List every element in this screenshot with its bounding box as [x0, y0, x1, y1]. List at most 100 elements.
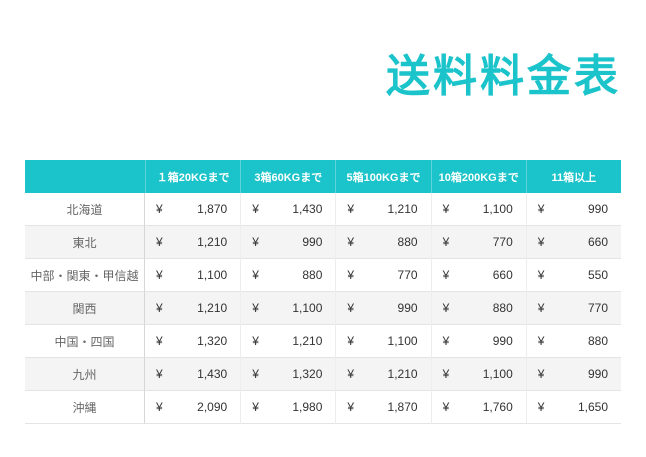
yen-symbol: ¥ [242, 268, 259, 282]
yen-symbol: ¥ [242, 301, 259, 315]
price-cell: ¥1,210 [335, 193, 430, 226]
price-value: 1,980 [292, 400, 322, 414]
yen-symbol: ¥ [433, 400, 450, 414]
yen-symbol: ¥ [433, 202, 450, 216]
price-value: 770 [398, 268, 418, 282]
price-cell: ¥990 [526, 193, 621, 226]
price-cell: ¥990 [240, 226, 335, 259]
column-header: 5箱100KGまで [335, 160, 430, 193]
yen-symbol: ¥ [337, 400, 354, 414]
price-value: 1,100 [483, 202, 513, 216]
yen-symbol: ¥ [337, 202, 354, 216]
region-cell: 中国・四国 [25, 325, 145, 358]
yen-symbol: ¥ [337, 301, 354, 315]
price-value: 770 [493, 235, 513, 249]
table-row: 九州¥1,430¥1,320¥1,210¥1,100¥990 [25, 358, 621, 391]
price-cell: ¥1,430 [145, 358, 240, 391]
price-cell: ¥770 [431, 226, 526, 259]
yen-symbol: ¥ [528, 334, 545, 348]
yen-symbol: ¥ [433, 334, 450, 348]
price-cell: ¥660 [526, 226, 621, 259]
corner-cell [25, 160, 145, 193]
price-value: 1,100 [388, 334, 418, 348]
price-value: 880 [398, 235, 418, 249]
price-cell: ¥880 [240, 259, 335, 292]
price-value: 1,870 [388, 400, 418, 414]
price-value: 1,210 [388, 367, 418, 381]
price-value: 660 [493, 268, 513, 282]
price-value: 1,100 [197, 268, 227, 282]
price-value: 990 [493, 334, 513, 348]
price-value: 1,210 [292, 334, 322, 348]
table-row: 北海道¥1,870¥1,430¥1,210¥1,100¥990 [25, 193, 621, 226]
price-cell: ¥990 [335, 292, 430, 325]
price-cell: ¥1,210 [145, 292, 240, 325]
price-cell: ¥1,100 [431, 358, 526, 391]
price-cell: ¥1,320 [240, 358, 335, 391]
price-value: 1,870 [197, 202, 227, 216]
price-value: 1,650 [578, 400, 608, 414]
yen-symbol: ¥ [433, 367, 450, 381]
price-cell: ¥880 [431, 292, 526, 325]
table-row: 中部・関東・甲信越¥1,100¥880¥770¥660¥550 [25, 259, 621, 292]
price-cell: ¥880 [335, 226, 430, 259]
fee-table-body: 北海道¥1,870¥1,430¥1,210¥1,100¥990東北¥1,210¥… [25, 193, 621, 424]
yen-symbol: ¥ [242, 202, 259, 216]
column-header: 11箱以上 [526, 160, 621, 193]
region-cell: 関西 [25, 292, 145, 325]
yen-symbol: ¥ [528, 400, 545, 414]
yen-symbol: ¥ [528, 367, 545, 381]
page-title: 送料料金表 [386, 51, 621, 104]
yen-symbol: ¥ [146, 367, 163, 381]
yen-symbol: ¥ [242, 367, 259, 381]
price-cell: ¥1,210 [145, 226, 240, 259]
price-cell: ¥2,090 [145, 391, 240, 424]
price-cell: ¥1,870 [145, 193, 240, 226]
shipping-fee-page: 送料料金表 １箱20KGまで3箱60KGまで5箱100KGまで10箱200KGま… [0, 0, 646, 457]
yen-symbol: ¥ [337, 334, 354, 348]
price-value: 660 [588, 235, 608, 249]
price-value: 990 [588, 202, 608, 216]
yen-symbol: ¥ [528, 202, 545, 216]
price-value: 2,090 [197, 400, 227, 414]
price-cell: ¥770 [526, 292, 621, 325]
price-cell: ¥1,870 [335, 391, 430, 424]
price-cell: ¥1,760 [431, 391, 526, 424]
price-value: 1,320 [197, 334, 227, 348]
table-row: 東北¥1,210¥990¥880¥770¥660 [25, 226, 621, 259]
column-header: 10箱200KGまで [431, 160, 526, 193]
region-cell: 北海道 [25, 193, 145, 226]
yen-symbol: ¥ [146, 235, 163, 249]
region-cell: 中部・関東・甲信越 [25, 259, 145, 292]
price-cell: ¥1,980 [240, 391, 335, 424]
region-cell: 九州 [25, 358, 145, 391]
price-cell: ¥660 [431, 259, 526, 292]
shipping-fee-table: １箱20KGまで3箱60KGまで5箱100KGまで10箱200KGまで11箱以上… [25, 160, 621, 424]
yen-symbol: ¥ [146, 334, 163, 348]
yen-symbol: ¥ [433, 301, 450, 315]
yen-symbol: ¥ [242, 235, 259, 249]
price-value: 1,100 [483, 367, 513, 381]
price-value: 1,760 [483, 400, 513, 414]
yen-symbol: ¥ [242, 400, 259, 414]
price-cell: ¥770 [335, 259, 430, 292]
fee-table-container: １箱20KGまで3箱60KGまで5箱100KGまで10箱200KGまで11箱以上… [25, 160, 621, 424]
yen-symbol: ¥ [146, 268, 163, 282]
price-value: 1,210 [197, 301, 227, 315]
price-value: 1,100 [292, 301, 322, 315]
table-row: 中国・四国¥1,320¥1,210¥1,100¥990¥880 [25, 325, 621, 358]
price-cell: ¥1,430 [240, 193, 335, 226]
price-value: 990 [588, 367, 608, 381]
price-value: 990 [398, 301, 418, 315]
yen-symbol: ¥ [337, 268, 354, 282]
price-cell: ¥1,100 [240, 292, 335, 325]
price-value: 1,430 [197, 367, 227, 381]
price-value: 1,210 [197, 235, 227, 249]
column-header: １箱20KGまで [145, 160, 240, 193]
price-cell: ¥1,100 [431, 193, 526, 226]
yen-symbol: ¥ [337, 235, 354, 249]
price-cell: ¥1,210 [335, 358, 430, 391]
yen-symbol: ¥ [242, 334, 259, 348]
price-cell: ¥1,210 [240, 325, 335, 358]
header-row: １箱20KGまで3箱60KGまで5箱100KGまで10箱200KGまで11箱以上 [25, 160, 621, 193]
